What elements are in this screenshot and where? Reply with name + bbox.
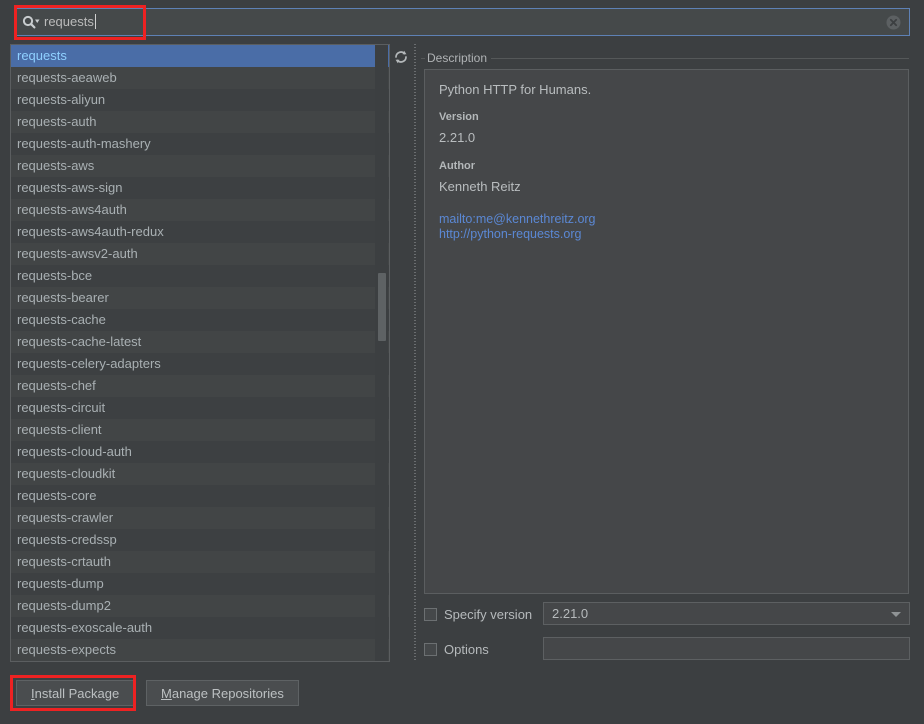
package-list-item[interactable]: requests-auth-mashery xyxy=(11,133,389,155)
install-button-label: Install Package xyxy=(31,686,119,701)
package-list-item[interactable]: requests-aws4auth-redux xyxy=(11,221,389,243)
package-list-item[interactable]: requests-celery-adapters xyxy=(11,353,389,375)
description-links: mailto:me@kennethreitz.org http://python… xyxy=(439,212,896,242)
options-input[interactable] xyxy=(543,637,910,660)
description-title: Description xyxy=(425,51,492,65)
package-list-item[interactable]: requests-aws-sign xyxy=(11,177,389,199)
description-group: Description Python HTTP for Humans. Vers… xyxy=(421,51,909,594)
package-list-item[interactable]: requests-expects xyxy=(11,639,389,661)
refresh-icon[interactable] xyxy=(391,47,411,67)
package-list-item[interactable]: requests-aws xyxy=(11,155,389,177)
manage-button-label: Manage Repositories xyxy=(161,686,284,701)
version-combobox-value: 2.21.0 xyxy=(552,606,589,621)
package-list-item[interactable]: requests-dump xyxy=(11,573,389,595)
options-row: Options xyxy=(424,637,910,661)
author-value: Kenneth Reitz xyxy=(439,179,521,194)
package-list-item[interactable]: requests-aeaweb xyxy=(11,67,389,89)
package-summary: Python HTTP for Humans. xyxy=(439,82,592,97)
package-list-item[interactable]: requests-cache-latest xyxy=(11,331,389,353)
scrollbar-thumb[interactable] xyxy=(378,273,386,341)
package-list-item[interactable]: requests-chef xyxy=(11,375,389,397)
clear-search-icon[interactable] xyxy=(880,9,906,35)
options-label: Options xyxy=(444,641,489,657)
package-list-item[interactable]: requests-aws4auth xyxy=(11,199,389,221)
package-list-item[interactable]: requests-dump2 xyxy=(11,595,389,617)
package-list[interactable]: requests requests-aeaweb requests-aliyun re… xyxy=(10,44,390,662)
package-list-item[interactable]: requests-bce xyxy=(11,265,389,287)
search-icon[interactable] xyxy=(19,9,43,35)
text-caret xyxy=(94,14,96,29)
specify-version-checkbox[interactable] xyxy=(424,607,437,621)
version-combobox[interactable]: 2.21.0 xyxy=(543,602,910,625)
package-list-item[interactable]: requests-bearer xyxy=(11,287,389,309)
manage-label-rest: anage Repositories xyxy=(171,685,284,701)
package-list-item[interactable]: requests-crawler xyxy=(11,507,389,529)
description-title-line xyxy=(421,58,909,59)
project-homepage-link[interactable]: http://python-requests.org xyxy=(439,227,896,242)
package-list-scrollbar[interactable] xyxy=(375,45,388,661)
author-label: Author xyxy=(439,160,476,172)
manage-mnemonic: M xyxy=(161,685,172,701)
description-content: Python HTTP for Humans. Version 2.21.0 A… xyxy=(424,69,909,594)
package-list-item[interactable]: requests-credssp xyxy=(11,529,389,551)
package-list-item[interactable]: requests-auth xyxy=(11,111,389,133)
version-value: 2.21.0 xyxy=(439,130,476,145)
package-list-item[interactable]: requests-cloudkit xyxy=(11,463,389,485)
options-checkbox[interactable] xyxy=(424,642,437,656)
package-list-item[interactable]: requests-core xyxy=(11,485,389,507)
author-email-link[interactable]: mailto:me@kennethreitz.org xyxy=(439,212,896,227)
package-list-item[interactable]: requests-awsv2-auth xyxy=(11,243,389,265)
package-list-item[interactable]: requests-aliyun xyxy=(11,89,389,111)
install-package-button[interactable]: Install Package xyxy=(16,680,135,706)
install-label-rest: nstall Package xyxy=(34,685,120,701)
version-label: Version xyxy=(439,111,479,123)
search-field[interactable]: requests xyxy=(14,8,910,36)
manage-repositories-button[interactable]: Manage Repositories xyxy=(146,680,299,706)
package-list-item[interactable]: requests-exoscale-auth xyxy=(11,617,389,639)
package-list-item[interactable]: requests-cloud-auth xyxy=(11,441,389,463)
available-packages-dialog: requests requests requests-aeaweb requests… xyxy=(0,0,924,724)
package-list-item[interactable]: requests-client xyxy=(11,419,389,441)
package-list-item[interactable]: requests-crtauth xyxy=(11,551,389,573)
package-list-item[interactable]: requests xyxy=(11,45,389,67)
package-list-item[interactable]: requests-cache xyxy=(11,309,389,331)
chevron-down-icon[interactable] xyxy=(891,612,901,617)
panel-splitter[interactable] xyxy=(412,44,418,662)
specify-version-row: Specify version 2.21.0 xyxy=(424,602,910,626)
specify-version-label: Specify version xyxy=(444,606,533,622)
package-list-item[interactable]: requests-circuit xyxy=(11,397,389,419)
search-input[interactable]: requests xyxy=(43,9,880,35)
search-input-value: requests xyxy=(44,14,94,29)
